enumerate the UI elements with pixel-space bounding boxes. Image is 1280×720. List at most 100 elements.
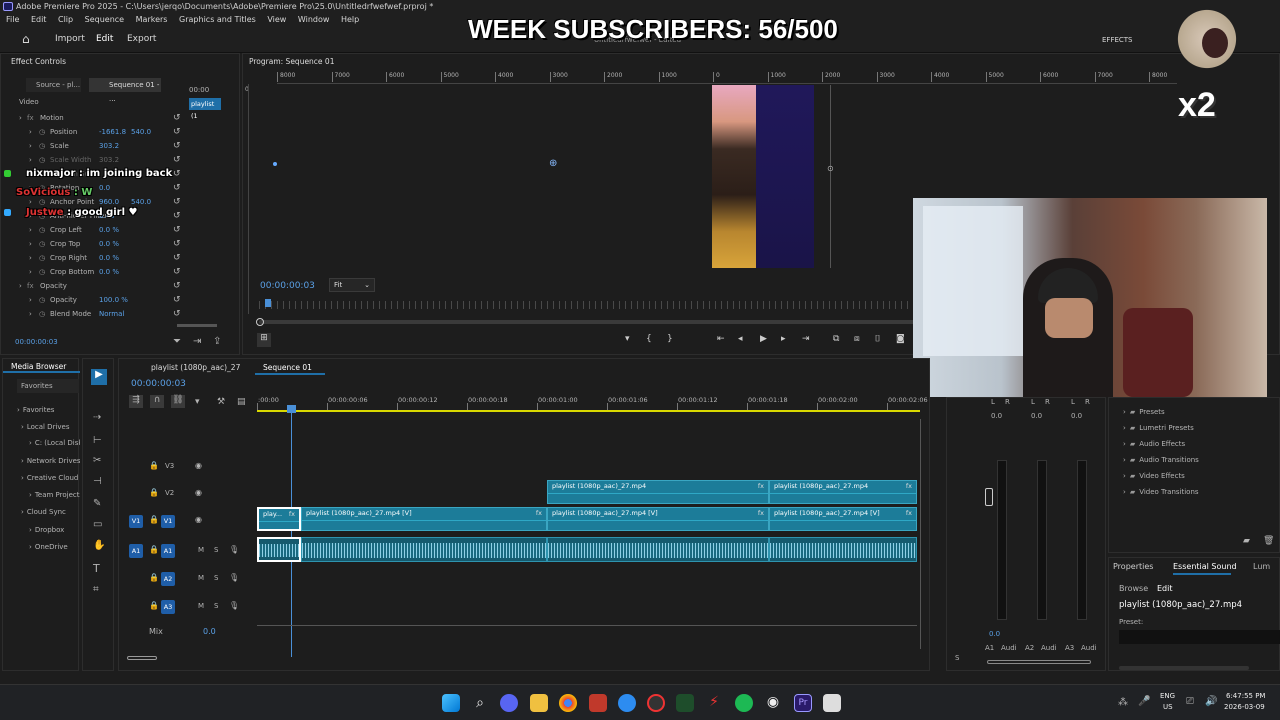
meter-scrollbar[interactable]: [987, 660, 1091, 664]
export-frame-icon[interactable]: ⇪: [213, 336, 221, 347]
menu-help[interactable]: Help: [341, 15, 359, 24]
chevron-right-icon[interactable]: ›: [29, 526, 32, 534]
premiere-taskbar-icon[interactable]: Pr: [794, 694, 812, 712]
eye-icon[interactable]: ◉: [195, 461, 202, 470]
reset-icon[interactable]: ↺: [173, 195, 181, 209]
ec-param-row[interactable]: › ◷ Opacity 100.0 % ↺: [1, 293, 241, 307]
menu-markers[interactable]: Markers: [136, 15, 168, 24]
mute-button[interactable]: M: [198, 574, 204, 582]
media-browser-item[interactable]: › Creative Cloud: [21, 474, 80, 482]
track-target-v1[interactable]: V1: [161, 515, 175, 528]
mute-button[interactable]: M: [198, 602, 204, 610]
edit-tab[interactable]: Edit: [96, 34, 113, 44]
export-tab[interactable]: Export: [127, 34, 156, 44]
sequence-tab[interactable]: Sequence 01 - ...: [89, 78, 161, 103]
search-icon[interactable]: ⌕: [471, 694, 489, 712]
param-value[interactable]: -1661.8: [99, 125, 126, 139]
overwrite-icon[interactable]: ⧈: [854, 334, 860, 344]
reset-icon[interactable]: ↺: [173, 153, 181, 167]
media-browser-item[interactable]: › OneDrive: [29, 543, 80, 551]
param-value[interactable]: 0.0: [99, 181, 110, 195]
solo-button[interactable]: S: [214, 602, 218, 610]
stopwatch-icon[interactable]: ◷: [39, 251, 45, 265]
lock-icon[interactable]: 🔒: [149, 601, 159, 610]
ec-clip-label[interactable]: playlist (1: [189, 98, 221, 120]
chevron-right-icon[interactable]: ›: [29, 307, 32, 321]
mic-icon[interactable]: 🎙: [229, 545, 239, 554]
volume-icon[interactable]: 🔊: [1205, 696, 1217, 707]
track-label[interactable]: V3: [165, 462, 174, 470]
media-browser-item[interactable]: ›C: (Local Disk): [29, 439, 80, 447]
go-to-in-icon[interactable]: ⇤: [717, 334, 725, 344]
eye-icon[interactable]: ◉: [195, 515, 202, 524]
video-clip[interactable]: playlist (1080p_aac)_27.mp4 fx: [769, 480, 917, 504]
reset-icon[interactable]: ↺: [173, 209, 181, 223]
home-icon[interactable]: ⌂: [22, 32, 30, 46]
browser-icon[interactable]: [618, 694, 636, 712]
video-clip[interactable]: play... fx: [257, 507, 301, 531]
windows-start-icon[interactable]: [442, 694, 460, 712]
stopwatch-icon[interactable]: ◷: [39, 293, 45, 307]
video-clip[interactable]: playlist (1080p_aac)_27.mp4 fx: [547, 480, 769, 504]
mic-icon[interactable]: 🎙: [229, 573, 239, 582]
caption-track-icon[interactable]: ▤: [237, 397, 246, 407]
media-browser-item[interactable]: › Dropbox: [29, 526, 80, 534]
trash-icon[interactable]: 🗑: [1263, 536, 1274, 546]
media-browser-item[interactable]: › Cloud Sync: [21, 508, 80, 516]
chrome-icon[interactable]: [559, 694, 577, 712]
playhead-icon[interactable]: [287, 405, 296, 413]
track-label[interactable]: V2: [165, 489, 174, 497]
hand-icon[interactable]: ✋: [93, 540, 105, 551]
playhead[interactable]: [291, 405, 292, 657]
audio-clip[interactable]: [257, 537, 301, 562]
lock-icon[interactable]: 🔒: [149, 545, 159, 554]
camera-icon[interactable]: ◙: [896, 334, 905, 344]
ec-param-row[interactable]: › ◷ Crop Bottom 0.0 % ↺: [1, 265, 241, 279]
menu-view[interactable]: View: [267, 15, 286, 24]
ec-param-row[interactable]: › fx Opacity ↺: [1, 279, 241, 293]
essential-sound-tab[interactable]: Essential Sound: [1173, 562, 1237, 571]
param-value[interactable]: Normal: [99, 307, 124, 321]
chevron-right-icon[interactable]: ›: [29, 237, 32, 251]
effects-item[interactable]: › ▰ Video Transitions: [1123, 488, 1199, 496]
mark-in-icon[interactable]: {: [646, 334, 652, 344]
stopwatch-icon[interactable]: ◷: [39, 125, 45, 139]
chevron-right-icon[interactable]: ›: [1123, 424, 1126, 432]
chevron-right-icon[interactable]: ›: [21, 457, 24, 465]
file-explorer-icon[interactable]: [530, 694, 548, 712]
linked-icon[interactable]: ⛓: [171, 395, 185, 408]
menu-sequence[interactable]: Sequence: [85, 15, 124, 24]
mix-value[interactable]: 0.0: [203, 627, 216, 636]
fx-icon[interactable]: fx: [758, 509, 764, 517]
track-target-a1[interactable]: A1: [161, 544, 175, 558]
reset-icon[interactable]: ↺: [173, 181, 181, 195]
effects-item[interactable]: › ▰ Audio Transitions: [1123, 456, 1199, 464]
menu-graphics[interactable]: Graphics and Titles: [179, 15, 256, 24]
param-value[interactable]: 100.0 %: [99, 293, 128, 307]
reset-icon[interactable]: ↺: [173, 111, 181, 125]
chevron-right-icon[interactable]: ›: [19, 279, 22, 293]
slip-icon[interactable]: ⊣: [93, 476, 102, 487]
ec-param-row[interactable]: › ◷ Crop Left 0.0 % ↺: [1, 223, 241, 237]
magnet-icon[interactable]: ∩: [150, 395, 164, 408]
stopwatch-icon[interactable]: ◷: [39, 265, 45, 279]
audio-clip[interactable]: [547, 537, 769, 562]
chevron-right-icon[interactable]: ›: [1123, 472, 1126, 480]
stopwatch-icon[interactable]: ◷: [39, 307, 45, 321]
reset-icon[interactable]: ↺: [173, 307, 181, 321]
program-title[interactable]: Program: Sequence 01: [249, 57, 334, 66]
app-icon[interactable]: [823, 694, 841, 712]
param-value[interactable]: 0.0 %: [99, 265, 119, 279]
chevron-right-icon[interactable]: ›: [1123, 440, 1126, 448]
region[interactable]: US: [1163, 703, 1173, 711]
chevron-right-icon[interactable]: ›: [29, 543, 32, 551]
discord-icon[interactable]: [500, 694, 518, 712]
mute-button[interactable]: M: [198, 546, 204, 554]
source-tab[interactable]: Source - pl...: [26, 78, 81, 92]
ripple-edit-icon[interactable]: ⊢: [93, 435, 102, 446]
lock-icon[interactable]: 🔒: [149, 573, 159, 582]
snap-icon[interactable]: ⇶: [129, 395, 143, 408]
stopwatch-icon[interactable]: ◷: [39, 139, 45, 153]
export-frame-icon[interactable]: ⌷: [875, 334, 880, 344]
mic-icon[interactable]: 🎙: [229, 601, 239, 610]
